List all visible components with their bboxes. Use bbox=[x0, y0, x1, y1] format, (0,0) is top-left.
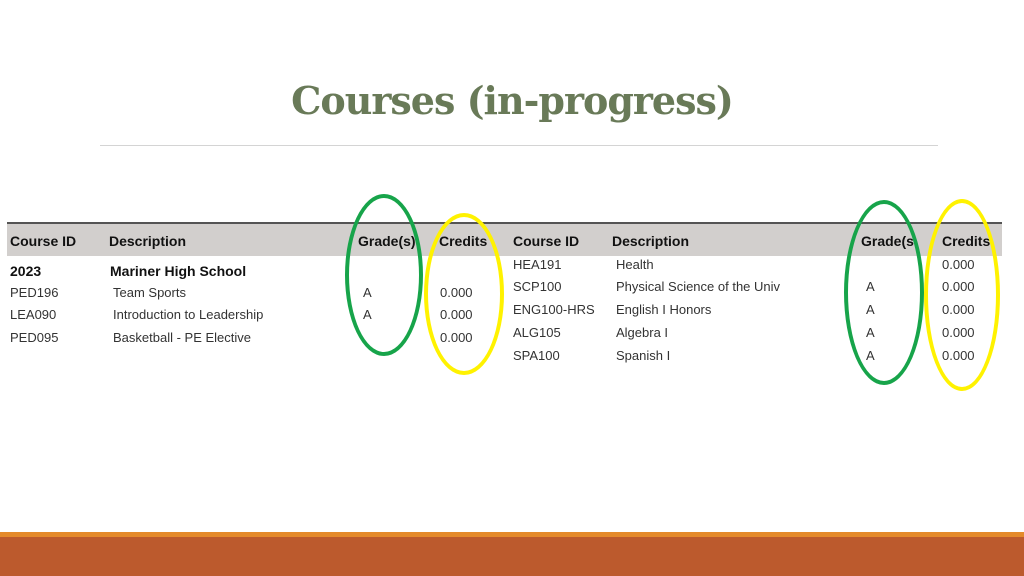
right-header-course-id: Course ID bbox=[513, 233, 580, 249]
credits-highlight-oval-right bbox=[924, 199, 1000, 391]
course-description: Health bbox=[616, 257, 654, 272]
course-description: Physical Science of the Univ bbox=[616, 279, 781, 294]
course-id: LEA090 bbox=[10, 307, 57, 322]
course-id: ALG105 bbox=[513, 325, 561, 340]
course-description: Basketball - PE Elective bbox=[113, 330, 252, 345]
slide-title: Courses (in-progress) bbox=[291, 78, 734, 123]
credits-highlight-oval-left bbox=[424, 213, 504, 375]
course-id: SPA100 bbox=[513, 348, 560, 363]
course-id: PED095 bbox=[10, 330, 59, 345]
left-header-description: Description bbox=[109, 233, 187, 249]
course-id: PED196 bbox=[10, 285, 59, 300]
course-description: English I Honors bbox=[616, 302, 712, 317]
course-description: Spanish I bbox=[616, 348, 671, 363]
left-group-year: 2023 bbox=[10, 263, 42, 279]
left-group-school: Mariner High School bbox=[110, 263, 247, 279]
course-id: HEA191 bbox=[513, 257, 562, 272]
course-description: Introduction to Leadership bbox=[113, 307, 264, 322]
grade-highlight-oval-left bbox=[345, 194, 423, 356]
footer-bar bbox=[0, 537, 1024, 576]
title-divider bbox=[100, 145, 938, 146]
course-description: Algebra I bbox=[616, 325, 669, 340]
course-id: SCP100 bbox=[513, 279, 562, 294]
right-header-description: Description bbox=[612, 233, 690, 249]
grade-highlight-oval-right bbox=[844, 200, 924, 385]
course-description: Team Sports bbox=[113, 285, 186, 300]
left-header-course-id: Course ID bbox=[10, 233, 77, 249]
course-id: ENG100-HRS bbox=[513, 302, 595, 317]
